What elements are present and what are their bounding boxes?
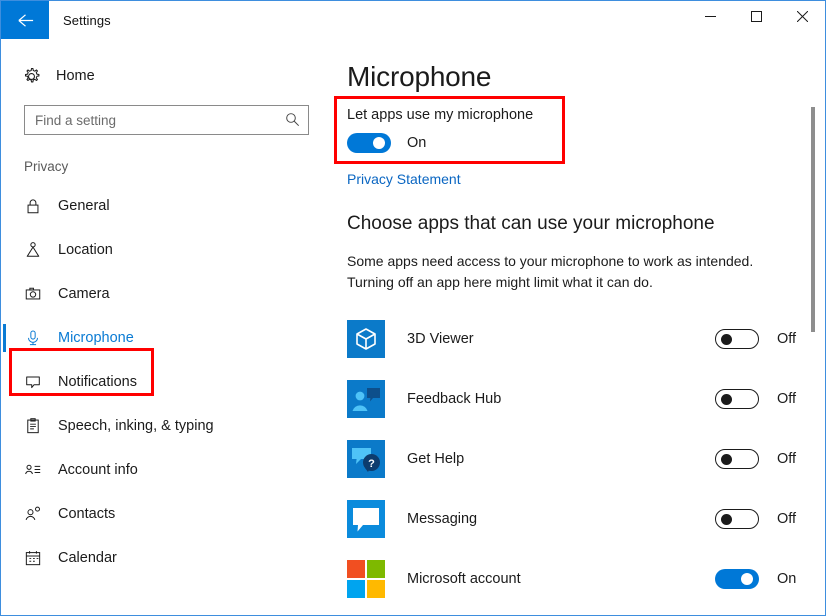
- content-scrollbar[interactable]: [807, 39, 819, 615]
- let-apps-toggle-state: On: [407, 135, 427, 151]
- sidebar-nav: General Location Camera Microphone Notif…: [2, 184, 325, 580]
- close-button[interactable]: [779, 1, 825, 32]
- windows-logo-quadrant-blue: [347, 580, 365, 598]
- sidebar-item-general[interactable]: General: [2, 184, 325, 228]
- sidebar-group-label: Privacy: [24, 159, 69, 174]
- window-title: Settings: [63, 12, 111, 28]
- question-bubble-icon: ?: [347, 440, 385, 478]
- app-toggle[interactable]: [715, 389, 759, 409]
- maximize-icon: [750, 11, 762, 22]
- title-bar: Settings: [1, 1, 825, 39]
- app-row: 3D Viewer Off: [325, 309, 825, 369]
- calendar-icon: [24, 549, 52, 567]
- toggle-knob: [721, 394, 732, 406]
- sidebar-item-label: Location: [58, 242, 113, 258]
- account-list-icon: [24, 461, 52, 479]
- sidebar-item-label: Speech, inking, & typing: [58, 418, 214, 434]
- app-name: 3D Viewer: [407, 331, 474, 347]
- gear-icon: [22, 67, 52, 86]
- section-description: Some apps need access to your microphone…: [347, 253, 754, 290]
- speech-bubble-icon: [24, 373, 52, 391]
- windows-logo-quadrant-green: [367, 560, 385, 578]
- toggle-knob: [373, 137, 385, 149]
- close-icon: [796, 11, 808, 22]
- cube-icon: [347, 320, 385, 358]
- windows-logo-quadrant-yellow: [367, 580, 385, 598]
- sidebar-item-speech-inking-typing[interactable]: Speech, inking, & typing: [2, 404, 325, 448]
- sidebar-item-home[interactable]: Home: [2, 59, 325, 93]
- app-toggle[interactable]: [715, 509, 759, 529]
- sidebar: Home Privacy General: [2, 39, 325, 615]
- sidebar-item-label: General: [58, 198, 110, 214]
- sidebar-item-microphone[interactable]: Microphone: [2, 316, 325, 360]
- scrollbar-thumb[interactable]: [811, 107, 815, 332]
- sidebar-item-label: Account info: [58, 462, 138, 478]
- main-content: Microphone Let apps use my microphone On…: [325, 39, 825, 615]
- toggle-knob: [721, 514, 732, 526]
- windows-logo-quadrant-red: [347, 560, 365, 578]
- app-name: Microsoft account: [407, 571, 521, 587]
- lock-icon: [24, 197, 52, 215]
- section-title: Choose apps that can use your microphone: [347, 213, 715, 234]
- privacy-statement-link[interactable]: Privacy Statement: [347, 171, 461, 187]
- app-row: ? Get Help Off: [325, 429, 825, 489]
- let-apps-toggle[interactable]: [347, 133, 391, 153]
- sidebar-item-contacts[interactable]: Contacts: [2, 492, 325, 536]
- page-title: Microphone: [347, 61, 492, 92]
- app-name: Get Help: [407, 451, 465, 467]
- app-toggle-state: Off: [777, 511, 797, 527]
- sidebar-home-label: Home: [56, 68, 95, 84]
- sidebar-item-label: Calendar: [58, 550, 117, 566]
- person-add-icon: [24, 505, 52, 523]
- app-toggle[interactable]: [715, 569, 759, 589]
- sidebar-item-label: Contacts: [58, 506, 116, 522]
- app-name: Feedback Hub: [407, 391, 502, 407]
- app-toggle-state: Off: [777, 451, 797, 467]
- camera-icon: [24, 285, 52, 303]
- let-apps-toggle-row: On: [347, 133, 825, 153]
- app-toggle-state: On: [777, 571, 797, 587]
- app-toggle-state: Off: [777, 331, 797, 347]
- sidebar-item-label: Microphone: [58, 330, 134, 346]
- person-feedback-icon: [347, 380, 385, 418]
- toggle-knob: [721, 334, 732, 346]
- message-bubble-icon: [347, 500, 385, 538]
- app-permission-list: 3D Viewer Off Feedback Hub Off ? Get Hel…: [325, 309, 825, 609]
- let-apps-label: Let apps use my microphone: [347, 107, 534, 123]
- app-row: Feedback Hub Off: [325, 369, 825, 429]
- settings-window: Settings Home Find a setting Privacy Gen…: [0, 0, 826, 616]
- sidebar-item-label: Camera: [58, 286, 110, 302]
- minimize-icon: [704, 16, 716, 17]
- app-toggle-state: Off: [777, 391, 797, 407]
- microphone-icon: [24, 329, 52, 347]
- sidebar-item-account-info[interactable]: Account info: [2, 448, 325, 492]
- app-toggle[interactable]: [715, 449, 759, 469]
- app-row: Microsoft account On: [325, 549, 825, 609]
- minimize-button[interactable]: [687, 1, 733, 32]
- sidebar-item-location[interactable]: Location: [2, 228, 325, 272]
- toggle-knob: [721, 454, 732, 466]
- svg-text:?: ?: [368, 458, 375, 470]
- location-pin-icon: [24, 241, 52, 259]
- maximize-button[interactable]: [733, 1, 779, 32]
- clipboard-icon: [24, 417, 52, 435]
- sidebar-item-label: Notifications: [58, 374, 137, 390]
- app-row: Messaging Off: [325, 489, 825, 549]
- windows-logo-icon: [347, 560, 385, 598]
- back-arrow-icon: [17, 13, 33, 27]
- search-input[interactable]: [35, 107, 275, 133]
- search-box[interactable]: [24, 105, 309, 135]
- sidebar-item-camera[interactable]: Camera: [2, 272, 325, 316]
- search-icon[interactable]: [285, 112, 300, 132]
- sidebar-item-notifications[interactable]: Notifications: [2, 360, 325, 404]
- back-button[interactable]: [1, 1, 49, 39]
- window-controls: [687, 1, 825, 39]
- app-toggle[interactable]: [715, 329, 759, 349]
- toggle-knob: [741, 573, 753, 585]
- sidebar-item-calendar[interactable]: Calendar: [2, 536, 325, 580]
- app-name: Messaging: [407, 511, 478, 527]
